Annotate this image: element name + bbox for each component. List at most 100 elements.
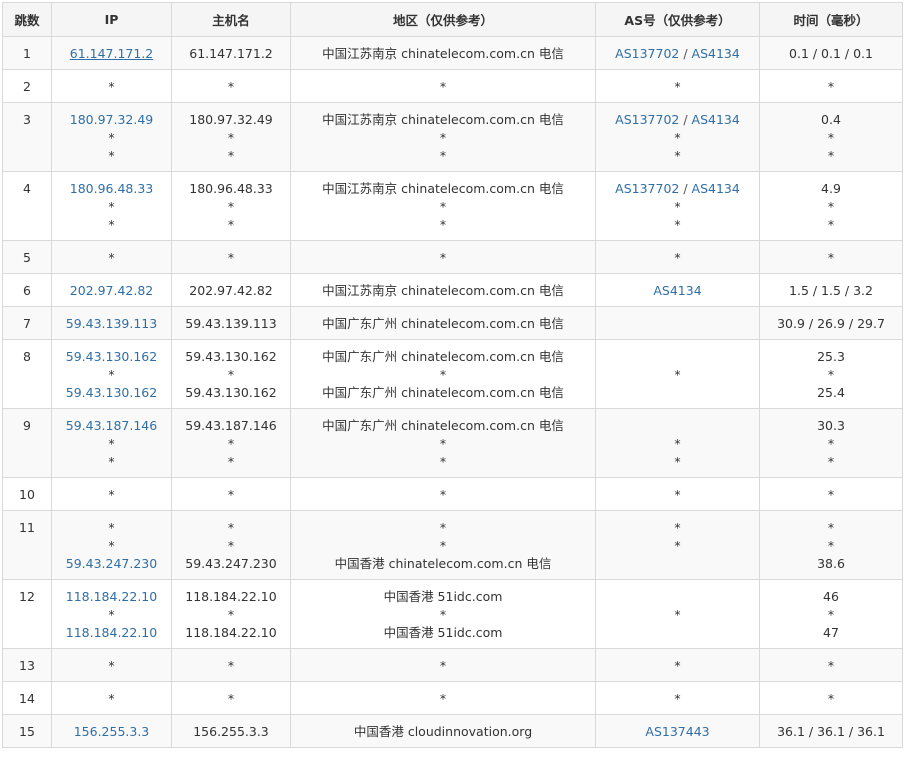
asn-timeout: * xyxy=(674,199,681,214)
asn-cell: AS137702 / AS4134 * * xyxy=(595,171,760,241)
time-value: * xyxy=(827,607,835,622)
hop-number: 12 xyxy=(19,589,35,604)
region-value: 中国广东广州 chinatelecom.com.cn 电信 xyxy=(322,316,564,331)
ip-link[interactable]: 59.43.139.113 xyxy=(52,315,171,333)
ip-link[interactable]: 180.97.32.49 xyxy=(52,111,171,129)
ip-link[interactable]: 59.43.247.230 xyxy=(52,555,171,573)
table-row: 2 * * * * * xyxy=(2,69,903,103)
time-value: * xyxy=(827,436,835,451)
hop-cell: 6 xyxy=(2,273,52,307)
ip-link[interactable]: 118.184.22.10 xyxy=(52,588,171,606)
asn-line: * xyxy=(596,486,759,504)
ip-timeout: * xyxy=(108,454,115,469)
region-value: * xyxy=(439,250,447,265)
asn-line: * xyxy=(596,537,759,555)
region-value: * xyxy=(439,199,447,214)
time-value: 36.1 / 36.1 / 36.1 xyxy=(777,724,885,739)
table-row: 9 59.43.187.146 * * 59.43.187.146 * * 中国广东广州 ch… xyxy=(2,408,903,478)
ip-link[interactable]: 59.43.130.162 xyxy=(52,384,171,402)
time-value: 0.1 / 0.1 / 0.1 xyxy=(789,46,873,61)
asn-line: * xyxy=(596,249,759,267)
hop-cell: 14 xyxy=(2,681,52,715)
hostname-value: 59.43.247.230 xyxy=(185,556,277,571)
time-cell: 0.1 / 0.1 / 0.1 xyxy=(759,36,903,70)
header-asn: AS号（仅供参考） xyxy=(595,2,760,37)
hop-number: 13 xyxy=(19,658,35,673)
time-value: * xyxy=(827,79,835,94)
hop-cell: 7 xyxy=(2,306,52,340)
time-cell: * xyxy=(759,648,903,682)
time-cell: 30.9 / 26.9 / 29.7 xyxy=(759,306,903,340)
region-value: 中国江苏南京 chinatelecom.com.cn 电信 xyxy=(322,112,564,127)
asn-cell: AS137443 xyxy=(595,714,760,748)
ip-link[interactable]: 61.147.171.2 xyxy=(52,45,171,63)
time-value: * xyxy=(827,658,835,673)
time-value: 47 xyxy=(823,625,839,640)
asn-timeout: * xyxy=(674,454,681,469)
asn-line: * xyxy=(596,129,759,147)
asn-line: * xyxy=(596,435,759,453)
region-value: * xyxy=(439,130,447,145)
ip-link[interactable]: 180.96.48.33 xyxy=(52,180,171,198)
hop-cell: 4 xyxy=(2,171,52,241)
table-row: 7 59.43.139.113 59.43.139.113 中国广东广州 chinat… xyxy=(2,306,903,340)
asn-line: * xyxy=(596,366,759,384)
asn-link[interactable]: AS4134 xyxy=(692,112,740,127)
asn-link[interactable]: AS137702 xyxy=(615,112,679,127)
asn-cell: * xyxy=(595,240,760,274)
asn-timeout: * xyxy=(674,79,681,94)
asn-timeout: * xyxy=(674,607,681,622)
time-value: * xyxy=(827,487,835,502)
asn-line: AS4134 xyxy=(596,282,759,300)
asn-link[interactable]: AS4134 xyxy=(653,283,701,298)
asn-line: * xyxy=(596,78,759,96)
hop-cell: 15 xyxy=(2,714,52,748)
ip-cell: 180.97.32.49 * * xyxy=(51,102,172,172)
ip-link[interactable]: 118.184.22.10 xyxy=(52,624,171,642)
hostname-value: * xyxy=(227,691,235,706)
hop-number: 6 xyxy=(23,283,31,298)
ip-link[interactable]: 156.255.3.3 xyxy=(52,723,171,741)
region-value: * xyxy=(439,79,447,94)
hop-cell: 1 xyxy=(2,36,52,70)
hop-cell: 5 xyxy=(2,240,52,274)
asn-cell: AS137702 / AS4134 xyxy=(595,36,760,70)
region-value: 中国江苏南京 chinatelecom.com.cn 电信 xyxy=(322,46,564,61)
hostname-value: * xyxy=(227,367,235,382)
asn-link[interactable]: AS4134 xyxy=(692,181,740,196)
ip-link[interactable]: 202.97.42.82 xyxy=(52,282,171,300)
table-row: 8 59.43.130.162 * 59.43.130.162 59.43.130.16… xyxy=(2,339,903,409)
asn-link[interactable]: AS137443 xyxy=(645,724,709,739)
asn-link[interactable]: AS137702 xyxy=(615,181,679,196)
hostname-value: * xyxy=(227,217,235,232)
hostname-value: * xyxy=(227,436,235,451)
hostname-cell: * xyxy=(171,69,291,103)
time-cell: * * 38.6 xyxy=(759,510,903,580)
hop-cell: 8 xyxy=(2,339,52,409)
asn-line: AS137702 / AS4134 xyxy=(596,111,759,129)
hostname-value: 61.147.171.2 xyxy=(189,46,273,61)
hostname-cell: * xyxy=(171,240,291,274)
asn-link[interactable]: AS137702 xyxy=(615,46,679,61)
region-cell: 中国江苏南京 chinatelecom.com.cn 电信 * * xyxy=(290,171,596,241)
hop-cell: 10 xyxy=(2,477,52,511)
region-cell: * xyxy=(290,648,596,682)
table-row: 11 * * 59.43.247.230 * * 59.43.247.230 * * 中国香港 c… xyxy=(2,510,903,580)
time-value: 4.9 xyxy=(821,181,841,196)
ip-timeout: * xyxy=(108,520,115,535)
time-value: * xyxy=(827,520,835,535)
ip-link[interactable]: 59.43.130.162 xyxy=(52,348,171,366)
asn-cell: * xyxy=(595,69,760,103)
hop-number: 4 xyxy=(23,181,31,196)
asn-link[interactable]: AS4134 xyxy=(692,46,740,61)
asn-line: * xyxy=(596,198,759,216)
region-cell: 中国广东广州 chinatelecom.com.cn 电信 * 中国广东广州 chi… xyxy=(290,339,596,409)
hostname-cell: 180.97.32.49 * * xyxy=(171,102,291,172)
ip-link[interactable]: 59.43.187.146 xyxy=(52,417,171,435)
region-value: 中国广东广州 chinatelecom.com.cn 电信 xyxy=(322,418,564,433)
ip-timeout: * xyxy=(108,538,115,553)
region-cell: * xyxy=(290,240,596,274)
time-value: 1.5 / 1.5 / 3.2 xyxy=(789,283,873,298)
ip-cell: * xyxy=(51,240,172,274)
table-row: 5 * * * * * xyxy=(2,240,903,274)
